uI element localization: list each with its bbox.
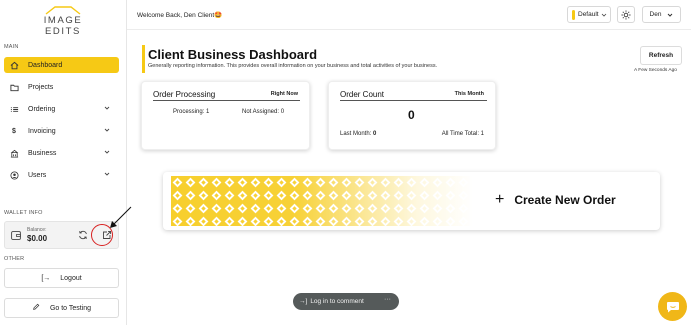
- create-new-order-label: Create New Order: [514, 193, 616, 207]
- last-month-count: Last Month: 0: [340, 131, 376, 137]
- logout-icon: [→: [41, 274, 51, 282]
- card-tag: This Month: [454, 91, 484, 97]
- login-icon: →]: [299, 298, 308, 305]
- sidebar: IMAGE EDITS MAIN Dashboard Projects Orde…: [0, 0, 127, 325]
- annotation-arrow-icon: [110, 206, 132, 228]
- refresh-timestamp: A Few Seconds Ago: [634, 68, 677, 73]
- card-divider: [340, 100, 487, 101]
- balance-label: Balance:: [27, 227, 47, 233]
- section-label-wallet: WALLET INFO: [4, 210, 43, 216]
- chevron-down-icon: [104, 172, 110, 176]
- folder-icon: [9, 82, 19, 92]
- mode-select[interactable]: Default: [567, 6, 611, 23]
- title-accent-bar: [142, 45, 145, 73]
- user-name: Den: [649, 11, 662, 18]
- logout-button[interactable]: [→ Logout: [4, 268, 119, 288]
- logout-label: Logout: [60, 274, 82, 282]
- card-title: Order Processing: [153, 90, 216, 99]
- card-tag: Right Now: [270, 91, 298, 97]
- chevron-down-icon: [601, 13, 606, 17]
- all-time-total: All Time Total: 1: [441, 131, 484, 137]
- top-bar: Welcome Back, Den Client🤩 Default Den: [127, 0, 691, 30]
- card-divider: [153, 100, 300, 101]
- more-options-icon[interactable]: ···: [384, 296, 391, 303]
- order-count-card: Order Count This Month 0 Last Month: 0 A…: [328, 81, 496, 150]
- building-icon: [9, 148, 19, 158]
- page-title: Client Business Dashboard: [148, 47, 318, 62]
- login-to-comment-bar[interactable]: →] Log in to comment ···: [293, 293, 399, 310]
- welcome-message: Welcome Back, Den Client🤩: [137, 11, 222, 19]
- chevron-down-icon: [104, 128, 110, 132]
- logo[interactable]: IMAGE EDITS: [28, 5, 98, 37]
- sidebar-item-invoicing[interactable]: $ Invoicing: [4, 123, 119, 139]
- last-month-label: Last Month:: [340, 131, 372, 137]
- mode-select-value: Default: [578, 11, 599, 18]
- sidebar-item-label: Projects: [28, 83, 54, 91]
- plus-icon: +: [495, 191, 505, 208]
- dollar-icon: $: [12, 127, 16, 135]
- pencil-icon: [32, 303, 40, 313]
- refresh-icon[interactable]: [78, 230, 88, 240]
- login-to-comment-label: Log in to comment: [310, 298, 364, 305]
- sidebar-item-dashboard[interactable]: Dashboard: [4, 57, 119, 73]
- user-circle-icon: [9, 170, 19, 180]
- sidebar-item-label: Ordering: [28, 105, 56, 113]
- card-title: Order Count: [340, 90, 385, 99]
- list-icon: [9, 104, 19, 114]
- welcome-emoji: 🤩: [214, 12, 223, 19]
- diamond-pattern: [163, 172, 473, 230]
- theme-toggle-button[interactable]: [617, 6, 635, 23]
- mode-color-swatch: [572, 9, 575, 20]
- chevron-down-icon: [668, 13, 673, 17]
- user-menu-button[interactable]: Den: [642, 6, 681, 23]
- sidebar-item-label: Dashboard: [28, 61, 63, 69]
- sidebar-item-ordering[interactable]: Ordering: [4, 101, 119, 117]
- section-label-other: OTHER: [4, 256, 25, 262]
- balance-value: $0.00: [27, 234, 48, 243]
- logo-text: IMAGE EDITS: [43, 15, 83, 37]
- sidebar-item-business[interactable]: Business: [4, 145, 119, 161]
- chat-bubble-icon: [666, 301, 679, 312]
- section-label-main: MAIN: [4, 44, 19, 50]
- last-month-value: 0: [373, 131, 377, 137]
- order-count-value: 0: [408, 108, 415, 122]
- home-icon: [9, 60, 19, 70]
- chevron-down-icon: [104, 106, 110, 110]
- welcome-text: Welcome Back, Den Client: [137, 12, 215, 19]
- create-new-order-button[interactable]: + Create New Order: [495, 191, 616, 208]
- chat-button[interactable]: [658, 292, 687, 321]
- chevron-down-icon: [104, 150, 110, 154]
- sidebar-item-label: Users: [28, 171, 47, 179]
- go-to-testing-button[interactable]: Go to Testing: [4, 298, 119, 318]
- order-processing-card: Order Processing Right Now Processing: 1…: [141, 81, 310, 150]
- page-subtitle: Generally reporting information. This pr…: [148, 63, 438, 69]
- sun-icon: [621, 10, 631, 19]
- refresh-button[interactable]: Refresh: [640, 46, 682, 65]
- sidebar-item-label: Invoicing: [28, 127, 56, 135]
- not-assigned-count: Not Assigned: 0: [242, 109, 285, 115]
- sidebar-item-users[interactable]: Users: [4, 167, 119, 183]
- wallet-icon: [11, 231, 21, 240]
- sidebar-item-projects[interactable]: Projects: [4, 79, 119, 95]
- go-to-testing-label: Go to Testing: [49, 304, 92, 312]
- sidebar-item-label: Business: [28, 149, 57, 157]
- processing-count: Processing: 1: [173, 109, 210, 115]
